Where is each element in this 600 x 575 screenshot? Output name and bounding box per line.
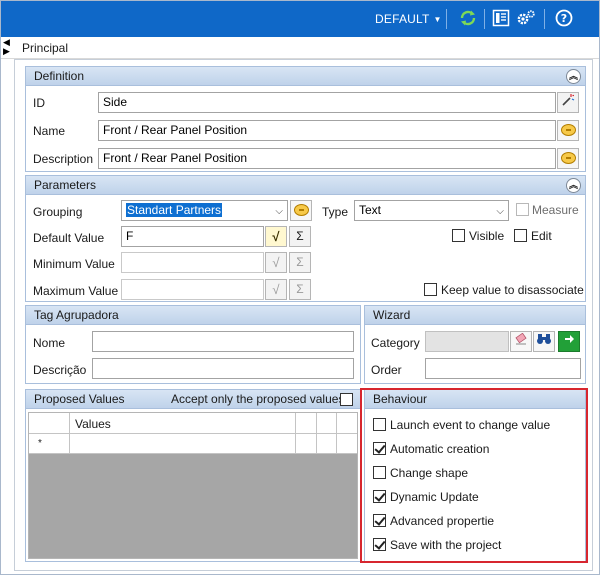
type-combo[interactable]: Text ⌵ bbox=[354, 200, 509, 221]
name-label: Name bbox=[33, 124, 66, 138]
settings-gear-icon[interactable] bbox=[516, 9, 536, 29]
id-label: ID bbox=[33, 96, 45, 110]
parameters-group: Parameters ︽ Grouping Standart Partners … bbox=[25, 175, 586, 302]
new-row-marker: * bbox=[38, 438, 42, 449]
caret-down-icon: ▼ bbox=[433, 15, 442, 24]
speech-bubble-icon bbox=[561, 124, 576, 136]
grouping-translate-button[interactable] bbox=[290, 200, 312, 221]
collapse-up-icon[interactable]: ︽ bbox=[566, 178, 581, 193]
tab-principal[interactable]: Principal bbox=[22, 41, 68, 55]
toolbar-separator bbox=[544, 9, 545, 29]
chevron-down-icon: ⌵ bbox=[496, 206, 504, 217]
help-icon[interactable]: ? bbox=[554, 9, 574, 29]
definition-header: Definition ︽ bbox=[26, 67, 585, 86]
id-field[interactable]: Side bbox=[98, 92, 556, 113]
toolbar-separator bbox=[446, 9, 447, 29]
grouping-label: Grouping bbox=[33, 205, 83, 219]
arrow-right-icon[interactable] bbox=[558, 331, 580, 352]
accept-only-label: Accept only the proposed values bbox=[171, 392, 345, 406]
formula-sqrt-icon[interactable]: √ bbox=[265, 252, 287, 273]
wizard-header: Wizard bbox=[365, 306, 585, 325]
grouping-value: Standart Partners bbox=[126, 203, 223, 217]
magic-wand-icon bbox=[562, 94, 575, 106]
type-value: Text bbox=[359, 203, 382, 217]
behaviour-highlight-frame bbox=[360, 388, 588, 563]
name-translate-button[interactable] bbox=[557, 120, 579, 141]
tab-bar: ◀ ▶ Principal bbox=[1, 37, 599, 59]
binoculars-icon[interactable] bbox=[533, 331, 555, 352]
values-column-header[interactable]: Values bbox=[75, 417, 111, 431]
collapse-up-icon[interactable]: ︽ bbox=[566, 69, 581, 84]
default-value-label: Default Value bbox=[33, 231, 105, 245]
proposed-values-title: Proposed Values bbox=[34, 392, 125, 406]
tag-agrupadora-title: Tag Agrupadora bbox=[34, 308, 119, 322]
grid-divider bbox=[295, 413, 296, 454]
svg-text:?: ? bbox=[561, 12, 567, 25]
accept-only-checkbox[interactable] bbox=[340, 393, 353, 406]
formula-sqrt-icon[interactable]: √ bbox=[265, 226, 287, 247]
tag-agrupadora-group: Tag Agrupadora Nome Descrição bbox=[25, 305, 361, 384]
description-label: Description bbox=[33, 152, 94, 166]
wizard-group: Wizard Category Order bbox=[364, 305, 586, 384]
eraser-icon[interactable] bbox=[510, 331, 532, 352]
maximum-value-label: Maximum Value bbox=[33, 284, 119, 298]
speech-bubble-icon bbox=[561, 152, 576, 164]
edit-checkbox[interactable] bbox=[514, 229, 527, 242]
grid-divider bbox=[316, 413, 317, 454]
order-field[interactable] bbox=[425, 358, 581, 379]
grouping-combo[interactable]: Standart Partners ⌵ bbox=[121, 200, 288, 221]
category-label: Category bbox=[371, 336, 420, 350]
wizard-title: Wizard bbox=[373, 308, 411, 322]
definition-title: Definition bbox=[34, 69, 85, 83]
descricao-field[interactable] bbox=[92, 358, 354, 379]
refresh-icon[interactable] bbox=[458, 9, 478, 29]
maximum-value-field[interactable] bbox=[121, 279, 264, 300]
keep-value-checkbox[interactable] bbox=[424, 283, 437, 296]
name-field[interactable]: Front / Rear Panel Position bbox=[98, 120, 556, 141]
definition-group: Definition ︽ ID Side Name Front / Rear P… bbox=[25, 66, 586, 172]
parameters-title: Parameters bbox=[34, 178, 97, 192]
window: DEFAULT▼ ? ◀▶ Principal Definition ︽ I bbox=[0, 0, 600, 575]
profile-dropdown[interactable]: DEFAULT ▼ bbox=[375, 12, 442, 26]
sigma-sum-icon[interactable]: Σ bbox=[289, 279, 311, 300]
tab-scroll-arrows[interactable]: ◀ ▶ bbox=[3, 38, 13, 56]
nome-field[interactable] bbox=[92, 331, 354, 352]
visible-checkbox[interactable] bbox=[452, 229, 465, 242]
profile-label: DEFAULT bbox=[375, 12, 430, 26]
visible-label: Visible bbox=[469, 229, 505, 243]
measure-checkbox[interactable] bbox=[516, 203, 529, 216]
grid-divider bbox=[69, 413, 70, 454]
type-label: Type bbox=[322, 205, 349, 219]
toolbar-separator bbox=[484, 9, 485, 29]
descricao-label: Descrição bbox=[33, 363, 87, 377]
keep-value-label: Keep value to disassociate bbox=[441, 283, 584, 297]
chevron-down-icon: ⌵ bbox=[275, 206, 283, 217]
nome-label: Nome bbox=[33, 336, 66, 350]
speech-bubble-icon bbox=[294, 204, 309, 216]
order-label: Order bbox=[371, 363, 402, 377]
grid-new-row[interactable]: * bbox=[29, 434, 357, 454]
description-translate-button[interactable] bbox=[557, 148, 579, 169]
proposed-values-grid[interactable]: Values * bbox=[28, 412, 358, 559]
edit-label: Edit bbox=[531, 229, 552, 243]
description-field[interactable]: Front / Rear Panel Position bbox=[98, 148, 556, 169]
tag-agrupadora-header: Tag Agrupadora bbox=[26, 306, 360, 325]
grid-divider bbox=[336, 413, 337, 454]
id-wizard-button[interactable] bbox=[557, 92, 579, 113]
proposed-values-group: Proposed Values Accept only the proposed… bbox=[25, 389, 361, 562]
proposed-values-header: Proposed Values Accept only the proposed… bbox=[26, 390, 360, 409]
default-value-field[interactable]: F bbox=[121, 226, 264, 247]
minimum-value-label: Minimum Value bbox=[33, 257, 115, 271]
sigma-sum-icon[interactable]: Σ bbox=[289, 252, 311, 273]
formula-sqrt-icon[interactable]: √ bbox=[265, 279, 287, 300]
parameters-header: Parameters ︽ bbox=[26, 176, 585, 195]
sigma-sum-icon[interactable]: Σ bbox=[289, 226, 311, 247]
top-toolbar: DEFAULT ▼ ? bbox=[1, 1, 599, 37]
panel-layout-icon[interactable] bbox=[491, 9, 511, 29]
category-field[interactable] bbox=[425, 331, 509, 352]
grid-header-row: Values bbox=[29, 413, 357, 434]
measure-label: Measure bbox=[532, 203, 579, 217]
minimum-value-field[interactable] bbox=[121, 252, 264, 273]
